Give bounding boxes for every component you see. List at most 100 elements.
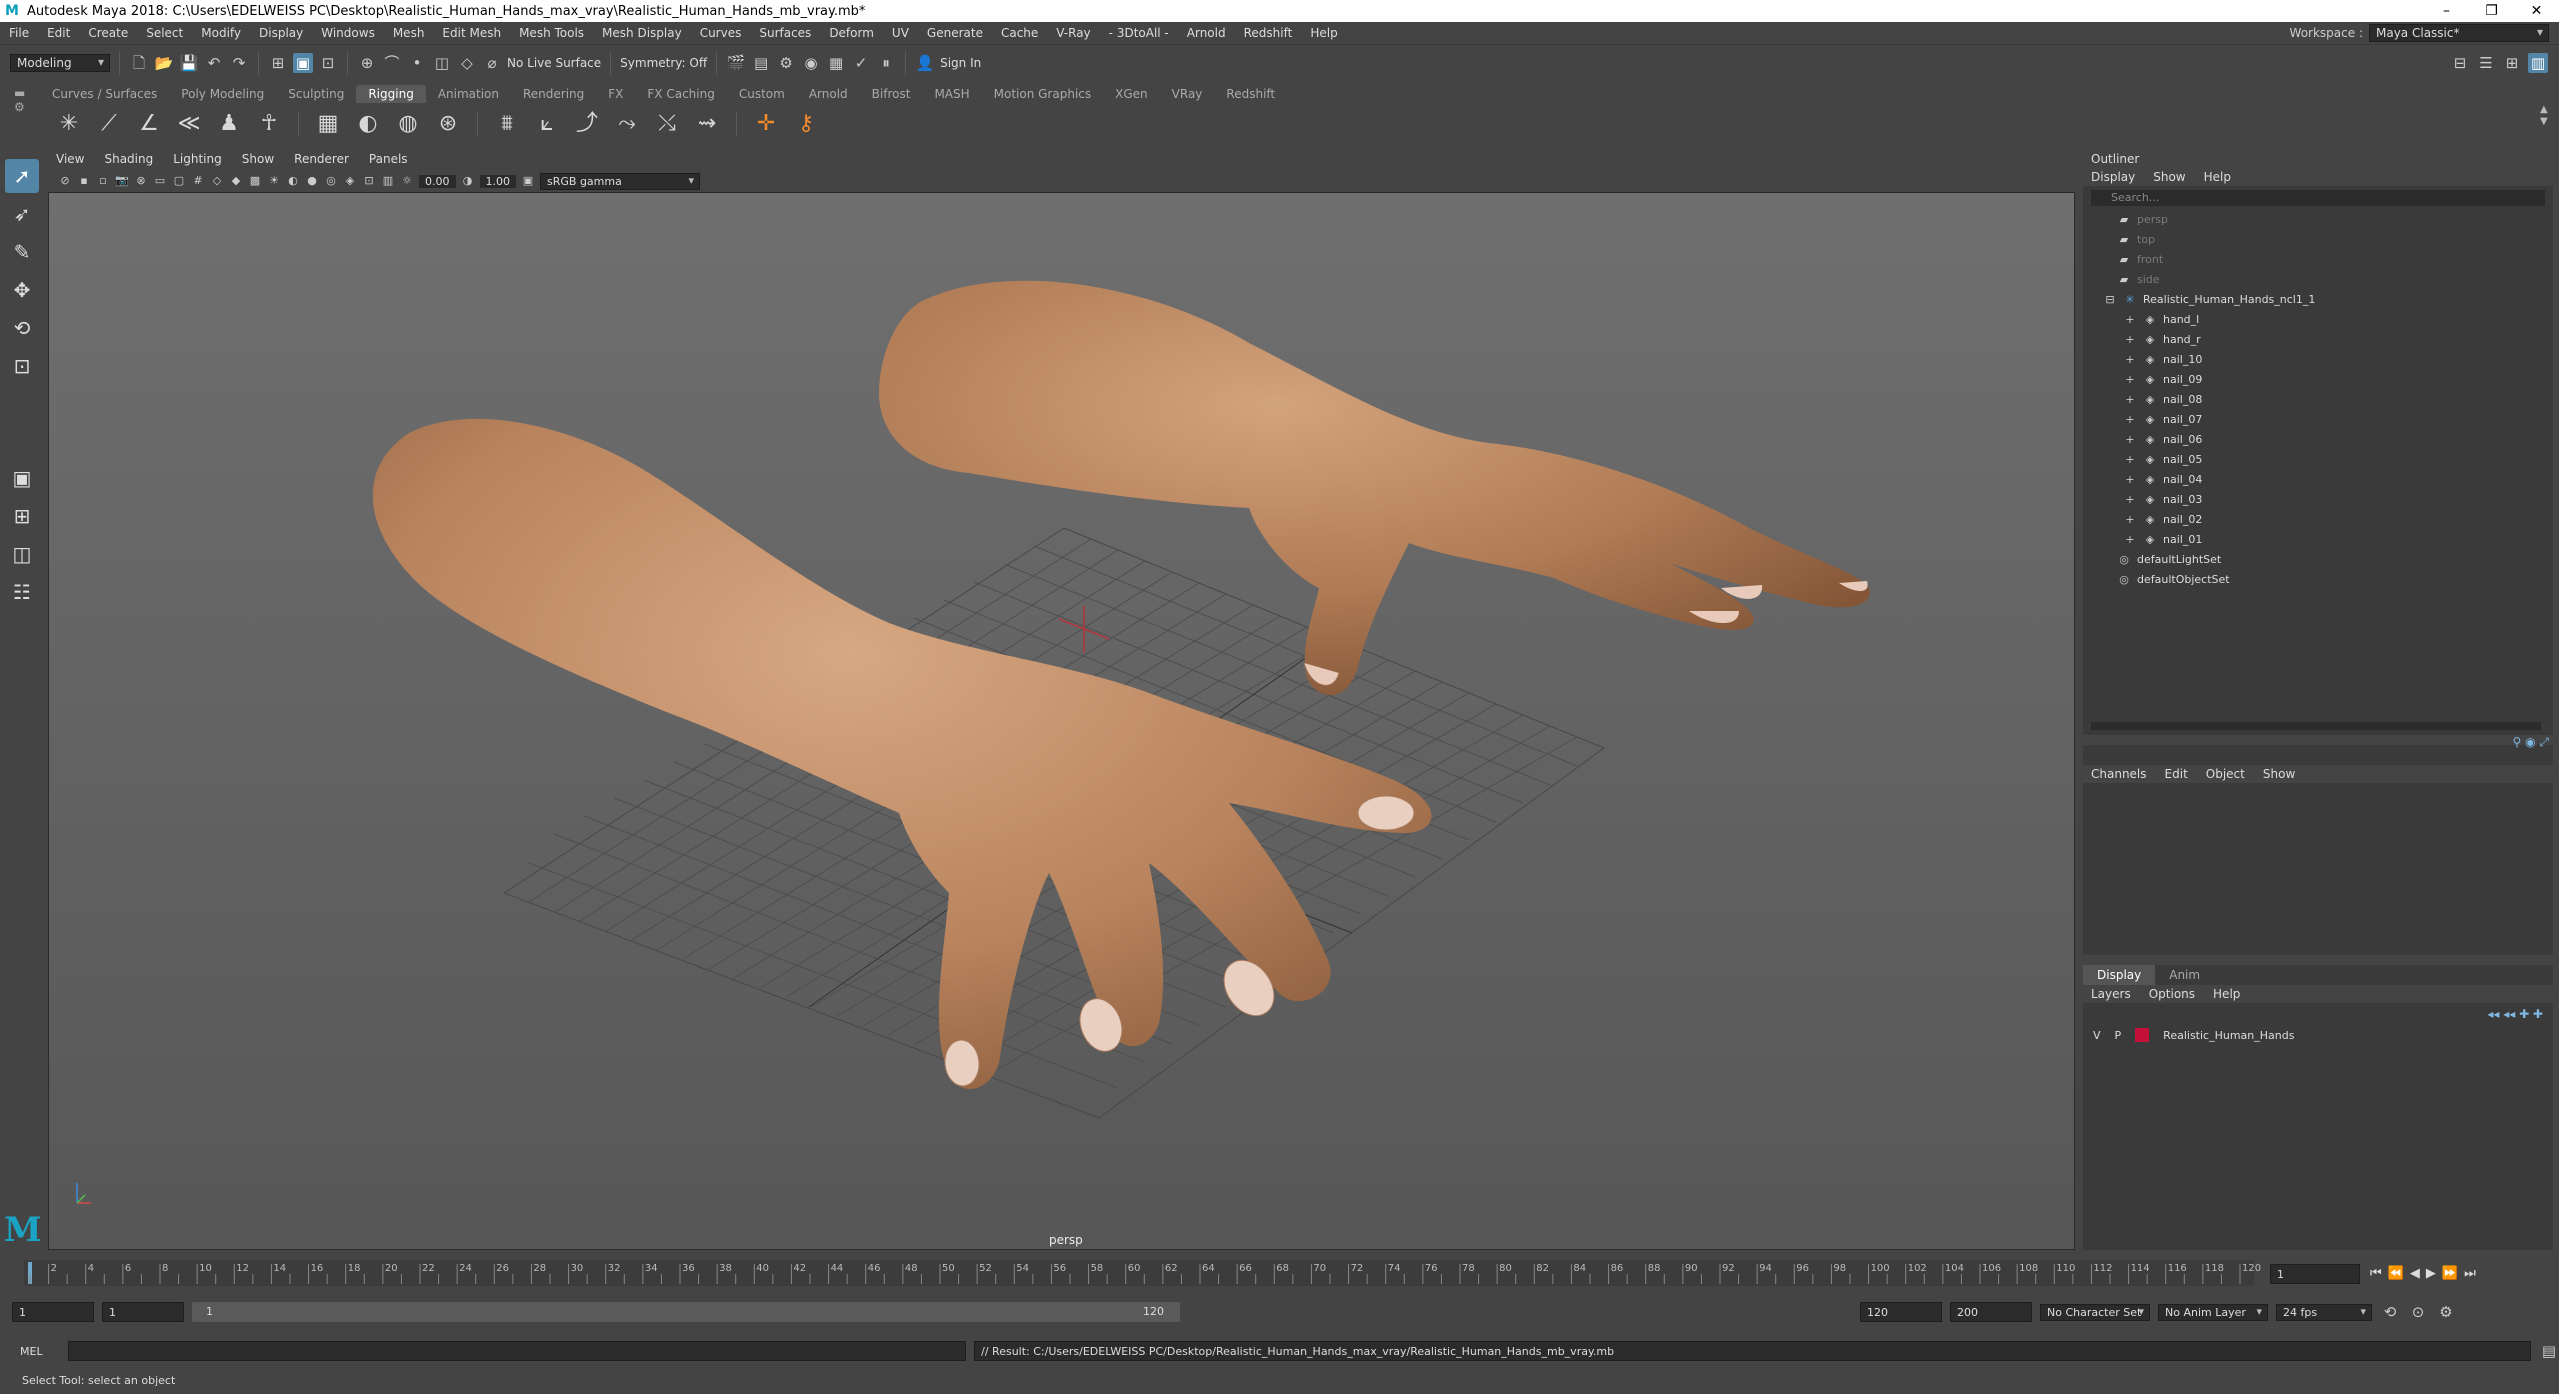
- layer-visibility-toggle[interactable]: V: [2093, 1029, 2101, 1042]
- wireframe-icon[interactable]: ◇: [210, 174, 224, 188]
- shadows-icon[interactable]: ◐: [286, 174, 300, 188]
- expand-icon[interactable]: +: [2123, 430, 2137, 450]
- lights-icon[interactable]: ☀: [267, 174, 281, 188]
- rigid-bind-icon[interactable]: ⤴: [572, 109, 602, 139]
- outliner-item-nail-10[interactable]: + ◈ nail_10: [2123, 350, 2553, 370]
- viewport-menu-renderer[interactable]: Renderer: [286, 152, 357, 172]
- outliner-item-nail-09[interactable]: + ◈ nail_09: [2123, 370, 2553, 390]
- channel-box-tool-icons[interactable]: ⚲ ◉ ⤢: [2513, 735, 2550, 750]
- menu-mesh[interactable]: Mesh: [384, 26, 434, 40]
- expand-icon[interactable]: +: [2123, 330, 2137, 350]
- menu-windows[interactable]: Windows: [312, 26, 384, 40]
- new-scene-icon[interactable]: 🗋: [129, 53, 149, 73]
- anim-prefs-icon[interactable]: ⚙: [2436, 1302, 2456, 1322]
- shelf-tab-rendering[interactable]: Rendering: [511, 85, 596, 103]
- outliner-horizontal-scrollbar[interactable]: [2091, 722, 2541, 730]
- paint-weights-icon[interactable]: ⤳: [612, 109, 642, 139]
- command-input[interactable]: [67, 1341, 967, 1361]
- lock-camera-icon[interactable]: ⊗: [134, 174, 148, 188]
- shelf-tab-bifrost[interactable]: Bifrost: [860, 85, 923, 103]
- ambient-occlusion-icon[interactable]: ●: [305, 174, 319, 188]
- outliner-menu-display[interactable]: Display: [2091, 168, 2149, 186]
- sculpt-deformer-icon[interactable]: ⊛: [433, 109, 463, 139]
- outliner-item-nail-02[interactable]: + ◈ nail_02: [2123, 510, 2553, 530]
- mirror-weights-icon[interactable]: ⤯: [652, 109, 682, 139]
- grid-icon[interactable]: #: [191, 174, 205, 188]
- color-management-icon[interactable]: ▣: [521, 174, 535, 188]
- menu-display[interactable]: Display: [250, 26, 312, 40]
- collapse-icon[interactable]: ⊟: [2103, 290, 2117, 310]
- live-surface-label[interactable]: No Live Surface: [507, 56, 601, 70]
- vray-icon[interactable]: ✓: [851, 53, 871, 73]
- shelf-tab-motion-graphics[interactable]: Motion Graphics: [982, 85, 1104, 103]
- outliner-item-hand-l[interactable]: + ◈ hand_l: [2123, 310, 2553, 330]
- layer-tab-anim[interactable]: Anim: [2155, 965, 2214, 985]
- single-perspective-layout-icon[interactable]: ▣: [5, 461, 39, 495]
- menu-deform[interactable]: Deform: [820, 26, 883, 40]
- outliner-item-nail-01[interactable]: + ◈ nail_01: [2123, 530, 2553, 550]
- shelf-tab-custom[interactable]: Custom: [727, 85, 797, 103]
- textured-icon[interactable]: ▩: [248, 174, 262, 188]
- snap-grid-icon[interactable]: ⊕: [357, 53, 377, 73]
- make-live-icon[interactable]: ⌀: [482, 53, 502, 73]
- select-by-hierarchy-icon[interactable]: ⊞: [268, 53, 288, 73]
- layer-playback-toggle[interactable]: P: [2115, 1029, 2122, 1042]
- move-tool-icon[interactable]: ✥: [5, 273, 39, 307]
- viewport-menu-lighting[interactable]: Lighting: [165, 152, 230, 172]
- locator-icon[interactable]: ✛: [751, 109, 781, 139]
- bind-skin-icon[interactable]: ⩩: [492, 109, 522, 139]
- outliner-menu-help[interactable]: Help: [2204, 168, 2245, 186]
- snap-curve-icon[interactable]: ⌒: [382, 53, 402, 73]
- channel-box-menu-object[interactable]: Object: [2206, 765, 2259, 783]
- viewport-menu-panels[interactable]: Panels: [361, 152, 416, 172]
- menu-3dtoall[interactable]: - 3DtoAll -: [1100, 26, 1178, 40]
- create-joints-icon[interactable]: ✳: [54, 109, 84, 139]
- minimize-icon[interactable]: –: [2424, 0, 2469, 22]
- menu-redshift[interactable]: Redshift: [1235, 26, 1302, 40]
- snap-point-icon[interactable]: •: [407, 53, 427, 73]
- menu-edit-mesh[interactable]: Edit Mesh: [433, 26, 510, 40]
- expand-icon[interactable]: +: [2123, 450, 2137, 470]
- menu-modify[interactable]: Modify: [192, 26, 250, 40]
- expand-icon[interactable]: +: [2123, 390, 2137, 410]
- menu-generate[interactable]: Generate: [918, 26, 992, 40]
- script-language-label[interactable]: MEL: [20, 1345, 60, 1358]
- quick-rig-icon[interactable]: ♟: [214, 109, 244, 139]
- ik-handle-icon[interactable]: ∠: [134, 109, 164, 139]
- ik-spline-icon[interactable]: ≪: [174, 109, 204, 139]
- outliner-item-hand-r[interactable]: + ◈ hand_r: [2123, 330, 2553, 350]
- point-constraint-icon[interactable]: ⚷: [791, 109, 821, 139]
- outliner-search-input[interactable]: Search...: [2091, 190, 2545, 206]
- outliner-menu-show[interactable]: Show: [2153, 168, 2199, 186]
- outliner-item-group[interactable]: ⊟ ✳ Realistic_Human_Hands_ncl1_1: [2103, 290, 2553, 310]
- menu-help[interactable]: Help: [1301, 26, 1346, 40]
- expand-icon[interactable]: +: [2123, 310, 2137, 330]
- outliner-item-side[interactable]: ▰ side: [2117, 270, 2553, 290]
- expand-icon[interactable]: +: [2123, 490, 2137, 510]
- expand-icon[interactable]: +: [2123, 530, 2137, 550]
- close-icon[interactable]: ✕: [2514, 0, 2559, 22]
- open-scene-icon[interactable]: 📂: [154, 53, 174, 73]
- shelf-tab-redshift[interactable]: Redshift: [1214, 85, 1287, 103]
- channel-box-menu-show[interactable]: Show: [2263, 765, 2309, 783]
- shelf-tab-sculpting[interactable]: Sculpting: [276, 85, 356, 103]
- outliner-item-nail-04[interactable]: + ◈ nail_04: [2123, 470, 2553, 490]
- character-set-dropdown[interactable]: No Character Set: [2040, 1303, 2150, 1321]
- gamma-icon[interactable]: ◑: [461, 174, 475, 188]
- shelf-tab-curves-surfaces[interactable]: Curves / Surfaces: [40, 85, 169, 103]
- playback-start-field[interactable]: 1: [102, 1302, 184, 1322]
- menu-edit[interactable]: Edit: [38, 26, 79, 40]
- mode-dropdown[interactable]: Modeling: [10, 54, 110, 72]
- channel-box-menu-channels[interactable]: Channels: [2091, 765, 2161, 783]
- playback-controls[interactable]: ⏮⏪◀▶⏩⏭: [2370, 1266, 2482, 1281]
- shelf-options-icon[interactable]: ▬ ⚙: [14, 86, 28, 142]
- wire-icon[interactable]: ◍: [393, 109, 423, 139]
- fps-dropdown[interactable]: 24 fps: [2276, 1303, 2372, 1321]
- end-time-field[interactable]: 200: [1950, 1302, 2032, 1322]
- outliner-item-nail-05[interactable]: + ◈ nail_05: [2123, 450, 2553, 470]
- lasso-tool-icon[interactable]: ➶: [5, 197, 39, 231]
- playback-end-field[interactable]: 120: [1860, 1302, 1942, 1322]
- select-tool-icon[interactable]: ➚: [5, 159, 39, 193]
- menu-arnold[interactable]: Arnold: [1178, 26, 1235, 40]
- film-gate-icon[interactable]: ▭: [153, 174, 167, 188]
